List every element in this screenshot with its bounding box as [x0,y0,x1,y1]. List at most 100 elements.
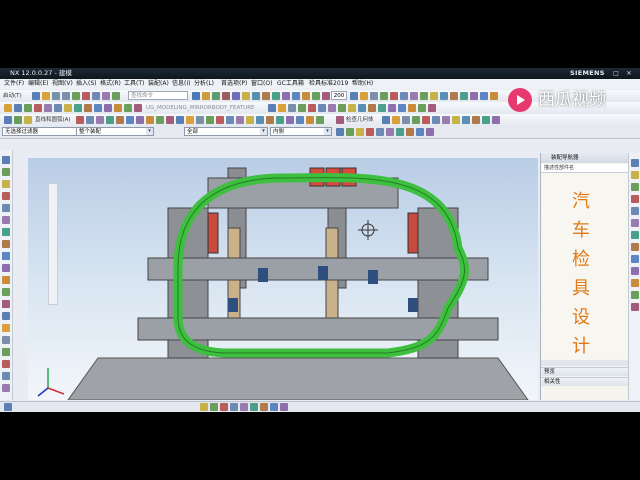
graphics-window[interactable] [28,158,538,400]
intersect-curve-icon[interactable] [106,116,114,124]
delete-face-icon[interactable] [378,104,386,112]
paste-icon[interactable] [92,92,100,100]
system-tab-icon[interactable] [631,243,639,251]
wcs-icon[interactable] [312,92,320,100]
sweep-icon[interactable] [408,104,416,112]
status-measure-icon[interactable] [250,403,258,411]
system-scene-icon[interactable] [2,228,10,236]
touch-icon[interactable] [2,372,10,380]
offset-icon[interactable] [298,104,306,112]
minimize-button[interactable]: – [598,70,608,77]
status-view-icon[interactable] [4,403,12,411]
menu-window[interactable]: 窗口(O) [251,79,272,89]
hole-icon[interactable] [34,104,42,112]
chamfer-icon[interactable] [74,104,82,112]
stop-icon[interactable] [390,92,398,100]
draft-icon[interactable] [388,104,396,112]
command-search-input[interactable]: 查找命令 [128,91,188,100]
section-icon[interactable] [262,92,270,100]
reference-icon[interactable] [2,348,10,356]
process-studio-icon[interactable] [2,264,10,272]
menu-tools[interactable]: 工具(T) [124,79,144,89]
status-section-icon[interactable] [270,403,278,411]
curve-icon[interactable] [278,104,286,112]
measure-icon[interactable] [292,92,300,100]
split-icon[interactable] [348,104,356,112]
corner-icon[interactable] [206,116,214,124]
assembly-icon[interactable] [410,92,418,100]
assembly-navigator-icon[interactable] [2,156,10,164]
status-grid-icon[interactable] [260,403,268,411]
law-curve-icon[interactable] [276,116,284,124]
history-icon[interactable] [2,192,10,200]
grid-icon[interactable] [380,92,388,100]
zoom-value-field[interactable]: 200 [331,91,347,100]
datum-icon[interactable] [268,104,276,112]
save-icon[interactable] [32,92,40,100]
divide-curve-icon[interactable] [166,116,174,124]
component-icon[interactable] [420,92,428,100]
snap-curve-icon[interactable] [416,128,424,136]
shell-icon[interactable] [84,104,92,112]
history-tab-icon[interactable] [631,183,639,191]
light-icon[interactable] [360,92,368,100]
mirror-icon[interactable] [338,104,346,112]
snap-endpoint-icon[interactable] [336,128,344,136]
template-tab-icon[interactable] [631,291,639,299]
repeat-icon[interactable] [102,92,110,100]
interference-icon[interactable] [422,116,430,124]
copy-icon[interactable] [82,92,90,100]
revolve-icon[interactable] [24,104,32,112]
redo-icon[interactable] [62,92,70,100]
dependencies-section[interactable]: 相关性 [541,377,629,386]
part-icon[interactable] [400,92,408,100]
snap-side-select[interactable]: 内侧 ▾ [270,127,332,136]
template-icon[interactable] [2,312,10,320]
snap-tangent-icon[interactable] [396,128,404,136]
export-icon[interactable] [482,116,490,124]
spline-icon[interactable] [86,116,94,124]
conic-icon[interactable] [266,116,274,124]
project-curve-icon[interactable] [96,116,104,124]
render-style-icon[interactable] [232,92,240,100]
join-curve-icon[interactable] [136,116,144,124]
ellipse-icon[interactable] [256,116,264,124]
menu-preferences[interactable]: 首选项(P) [221,79,247,89]
visual-report-icon[interactable] [2,336,10,344]
sketch-icon[interactable] [4,104,12,112]
loft-icon[interactable] [418,104,426,112]
draft-analysis-icon[interactable] [402,116,410,124]
fillet-curve-icon[interactable] [216,116,224,124]
cut-icon[interactable] [72,92,80,100]
reuse-library-icon[interactable] [2,180,10,188]
layer-filter-select[interactable]: 全部 ▾ [184,127,268,136]
check-geometry-button[interactable]: 检查几何体 [346,114,374,126]
filter-icon[interactable] [370,92,378,100]
replace-face-icon[interactable] [358,104,366,112]
manufacturing-wizard-icon[interactable] [2,276,10,284]
open-icon[interactable] [42,92,50,100]
check-clearance-icon[interactable] [490,92,498,100]
status-layer-icon[interactable] [230,403,238,411]
select-icon[interactable] [4,116,12,124]
isoparametric-icon[interactable] [286,116,294,124]
clone-icon[interactable] [460,92,468,100]
knowledge-tab-icon[interactable] [631,279,639,287]
preview-section[interactable]: 预览 [541,367,629,376]
section-curve-icon[interactable] [306,116,314,124]
sew-icon[interactable] [318,104,326,112]
pocket-icon[interactable] [54,104,62,112]
rectangle-icon[interactable] [236,116,244,124]
part-navigator-icon[interactable] [2,168,10,176]
menu-format[interactable]: 格式(R) [100,79,121,89]
subtract-icon[interactable] [114,104,122,112]
knowledge-icon[interactable] [2,324,10,332]
thickness-icon[interactable] [412,116,420,124]
curvature-icon[interactable] [392,116,400,124]
helix-icon[interactable] [156,116,164,124]
boss-icon[interactable] [44,104,52,112]
fit-icon[interactable] [192,92,200,100]
palette-icon[interactable] [2,288,10,296]
print-icon[interactable] [492,116,500,124]
status-filter-icon[interactable] [210,403,218,411]
